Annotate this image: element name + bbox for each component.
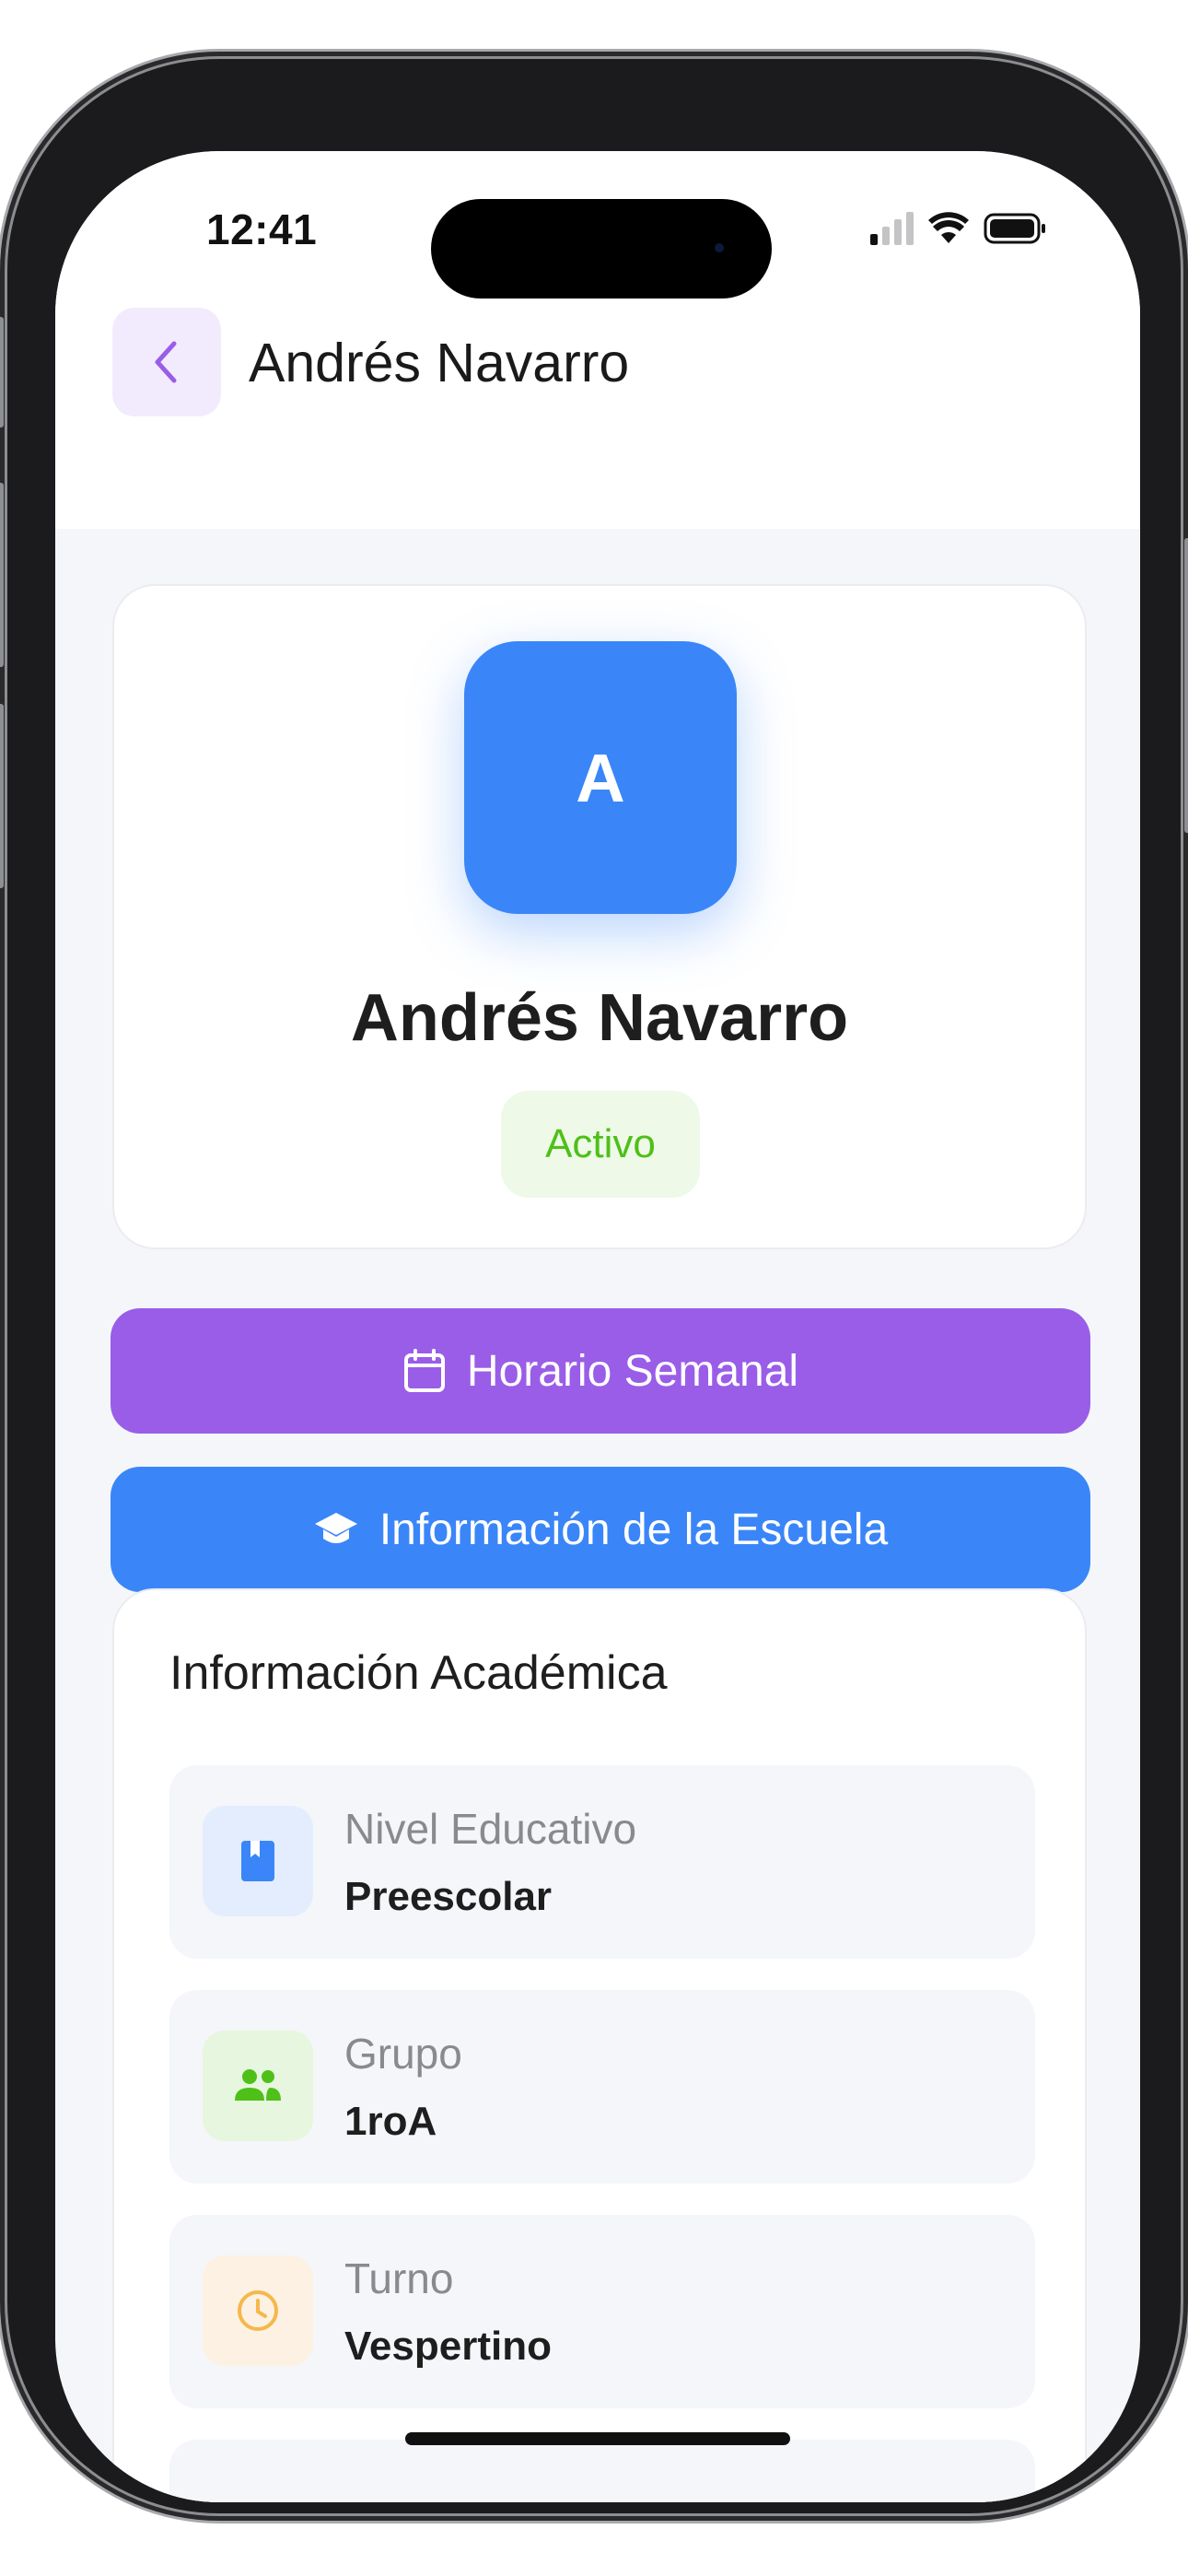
wifi-icon — [928, 212, 969, 243]
action-button — [0, 317, 4, 427]
info-label: Grupo — [344, 2030, 462, 2078]
status-icons — [870, 210, 1048, 247]
book-icon — [203, 1806, 313, 1916]
status-time: 12:41 — [206, 205, 318, 253]
clock-icon — [203, 2255, 313, 2366]
back-button[interactable] — [112, 308, 221, 416]
section-title: Información Académica — [169, 1646, 668, 1700]
home-indicator[interactable] — [405, 2432, 790, 2445]
status-badge: Activo — [501, 1091, 700, 1198]
screen: 12:41 Andrés Navarro A Andrés Navarro Ac… — [55, 151, 1140, 2502]
info-row-shift: Turno Vespertino — [169, 2215, 1035, 2408]
info-row-group: Grupo 1roA — [169, 1990, 1035, 2184]
avatar: A — [464, 641, 737, 914]
weekly-schedule-label: Horario Semanal — [466, 1346, 799, 1396]
graduation-cap-icon — [314, 1513, 357, 1543]
chevron-left-icon — [155, 341, 177, 383]
cellular-signal-icon — [870, 212, 914, 245]
calendar-icon — [403, 1349, 445, 1392]
camera-icon — [715, 243, 724, 252]
info-value: 1roA — [344, 2099, 437, 2144]
volume-up-button — [0, 483, 4, 667]
academic-info-card: Información Académica Nivel Educativo Pr… — [112, 1588, 1087, 2502]
weekly-schedule-button[interactable]: Horario Semanal — [111, 1308, 1090, 1434]
info-label: Turno — [344, 2254, 454, 2302]
school-info-button[interactable]: Información de la Escuela — [111, 1467, 1090, 1592]
profile-card: A Andrés Navarro Activo — [112, 584, 1087, 1249]
power-button — [1184, 538, 1188, 833]
school-info-label: Información de la Escuela — [379, 1505, 889, 1554]
battery-icon — [984, 213, 1045, 244]
dynamic-island — [431, 199, 772, 299]
group-icon — [203, 2031, 313, 2141]
student-name: Andrés Navarro — [350, 981, 849, 1055]
info-label: Nivel Educativo — [344, 1805, 637, 1853]
info-value: Vespertino — [344, 2324, 552, 2369]
info-row-partial — [169, 2440, 1035, 2502]
page-title: Andrés Navarro — [249, 333, 630, 393]
volume-down-button — [0, 704, 4, 888]
info-row-education-level: Nivel Educativo Preescolar — [169, 1765, 1035, 1959]
phone-frame: 12:41 Andrés Navarro A Andrés Navarro Ac… — [0, 59, 1188, 2513]
info-value: Preescolar — [344, 1874, 553, 1919]
